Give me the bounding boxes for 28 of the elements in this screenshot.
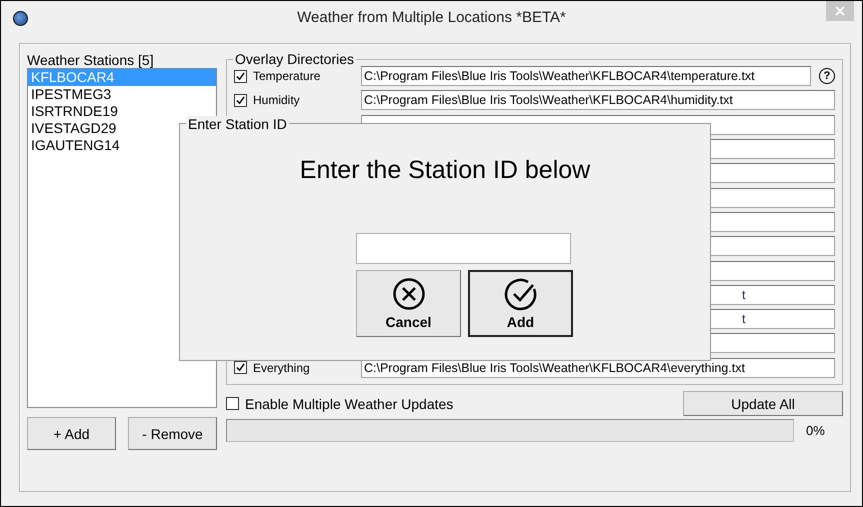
checkbox[interactable] — [234, 94, 247, 107]
checkbox[interactable] — [234, 361, 247, 374]
checkbox[interactable] — [234, 70, 247, 83]
row-label: Humidity — [253, 93, 300, 108]
group-title: Overlay Directories — [233, 51, 356, 67]
path-field[interactable]: C:\Program Files\Blue Iris Tools\Weather\KFLBOCAR4\temperature.txt — [361, 66, 811, 86]
cancel-icon — [392, 277, 426, 311]
row-label: Everything — [253, 360, 310, 375]
path-field[interactable]: C:\Program Files\Blue Iris Tools\Weather\KFLBOCAR4\humidity.txt — [361, 90, 835, 110]
check-icon — [504, 277, 538, 311]
progress-reading: 0% — [806, 423, 825, 438]
station-item[interactable]: IPESTMEG3 — [28, 86, 216, 103]
dialog-title: Enter Station ID — [186, 116, 289, 132]
add-button[interactable]: Add — [468, 270, 573, 337]
app-icon — [13, 11, 28, 26]
row-label: Temperature — [253, 69, 320, 84]
dialog-heading: Enter the Station ID below — [300, 156, 590, 185]
update-all-button[interactable]: Update All — [683, 391, 843, 416]
add-button[interactable]: + Add — [27, 417, 116, 450]
cancel-button[interactable]: Cancel — [356, 270, 461, 337]
close-icon — [835, 6, 845, 16]
group-title: Weather Stations [5] — [27, 52, 155, 68]
station-id-field[interactable] — [356, 233, 571, 264]
remove-button[interactable]: - Remove — [128, 417, 217, 450]
checkbox[interactable] — [226, 397, 239, 410]
checkbox-label: Enable Multiple Weather Updates — [245, 396, 454, 412]
window-title: Weather from Multiple Locations *BETA* — [297, 9, 566, 26]
help-icon[interactable]: ? — [819, 68, 835, 84]
